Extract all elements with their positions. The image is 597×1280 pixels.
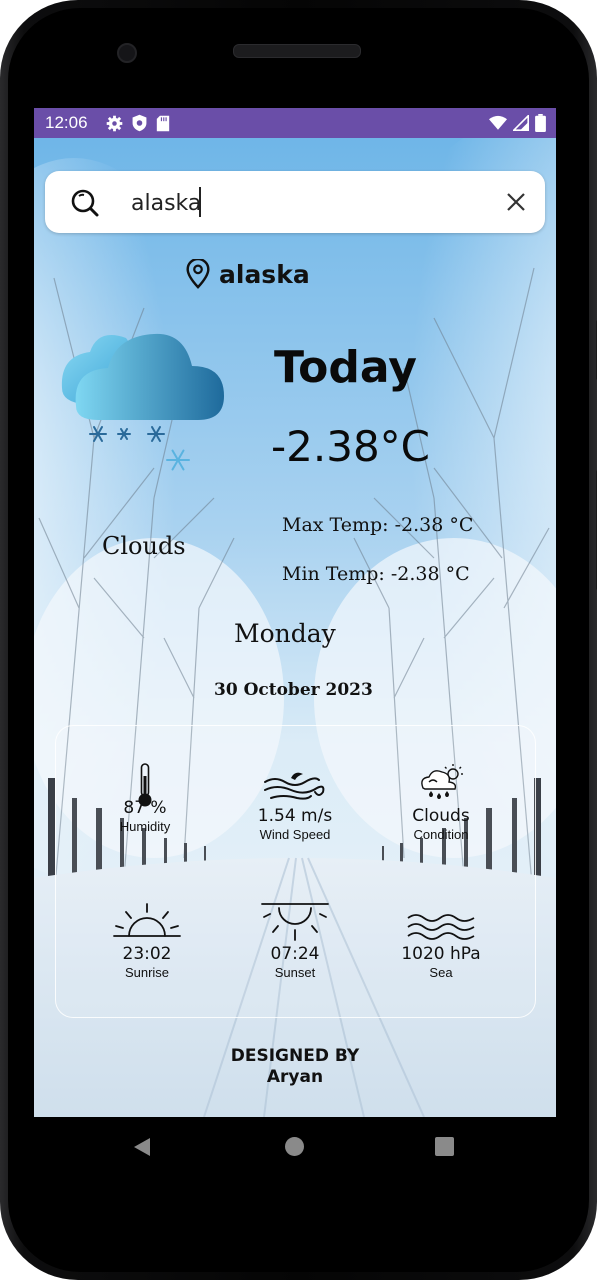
sea-value: 1020 hPa bbox=[401, 944, 481, 964]
wind-icon bbox=[264, 772, 325, 800]
details-card: 87 % Humidity 1.54 m/s Wind Speed Clouds… bbox=[55, 725, 536, 1018]
wifi-icon bbox=[489, 115, 507, 130]
gear-icon bbox=[106, 115, 123, 131]
condition-value: Clouds bbox=[412, 806, 470, 826]
full-date: 30 October 2023 bbox=[214, 680, 373, 700]
front-camera bbox=[117, 43, 137, 63]
sea-label: Sea bbox=[429, 965, 453, 980]
wind-label: Wind Speed bbox=[259, 827, 331, 842]
search-bar[interactable] bbox=[45, 171, 545, 233]
sunrise-value: 23:02 bbox=[122, 944, 172, 964]
location-name: alaska bbox=[219, 259, 310, 289]
sea-stat: 1020 hPa Sea bbox=[366, 912, 516, 980]
cloudy-sun-icon bbox=[421, 764, 463, 799]
humidity-value: 87 % bbox=[123, 798, 167, 818]
sunrise-stat: 23:02 Sunrise bbox=[72, 902, 222, 980]
battery-icon bbox=[535, 114, 546, 132]
current-temperature: -2.38°C bbox=[271, 422, 430, 471]
designer-name: Aryan bbox=[266, 1067, 324, 1087]
sunset-label: Sunset bbox=[274, 965, 316, 980]
sunrise-icon bbox=[113, 903, 181, 937]
location-row: alaska bbox=[185, 259, 310, 289]
earpiece-speaker bbox=[233, 44, 361, 58]
designed-by-label: DESIGNED BY bbox=[230, 1046, 360, 1066]
recents-icon[interactable] bbox=[435, 1137, 454, 1156]
app-screen: 12:06 alaska alaska Today -2.38°C Max Te… bbox=[34, 108, 556, 1117]
humidity-label: Humidity bbox=[119, 819, 171, 834]
designed-by-footer: DESIGNED BY Aryan bbox=[34, 1046, 556, 1088]
wind-stat: 1.54 m/s Wind Speed bbox=[220, 772, 370, 842]
sunset-value: 07:24 bbox=[270, 944, 320, 964]
sunset-icon bbox=[261, 903, 329, 941]
navigation-bar bbox=[34, 1117, 556, 1179]
back-icon[interactable] bbox=[132, 1137, 152, 1157]
status-bar: 12:06 bbox=[34, 108, 556, 138]
signal-icon bbox=[513, 115, 529, 131]
weekday: Monday bbox=[234, 619, 336, 648]
close-icon[interactable] bbox=[506, 192, 526, 212]
status-time: 12:06 bbox=[45, 113, 88, 132]
home-icon[interactable] bbox=[285, 1137, 304, 1156]
sunrise-label: Sunrise bbox=[124, 965, 170, 980]
location-pin-icon bbox=[186, 259, 210, 289]
day-heading: Today bbox=[274, 342, 417, 393]
waves-icon bbox=[407, 914, 475, 940]
text-cursor bbox=[199, 187, 201, 217]
min-temperature: Min Temp: -2.38 °C bbox=[282, 563, 470, 585]
condition-stat: Clouds Condition bbox=[366, 762, 516, 842]
shield-icon bbox=[132, 114, 147, 132]
sunset-stat: 07:24 Sunset bbox=[220, 900, 370, 980]
search-input[interactable] bbox=[129, 187, 493, 219]
condition-label: Condition bbox=[413, 827, 469, 842]
sd-card-icon bbox=[156, 115, 170, 131]
max-temperature: Max Temp: -2.38 °C bbox=[282, 514, 474, 536]
wind-value: 1.54 m/s bbox=[257, 806, 333, 826]
cloud-snow-icon bbox=[61, 333, 224, 471]
search-icon[interactable] bbox=[69, 187, 101, 219]
humidity-stat: 87 % Humidity bbox=[70, 762, 220, 834]
weather-condition: Clouds bbox=[102, 532, 186, 560]
